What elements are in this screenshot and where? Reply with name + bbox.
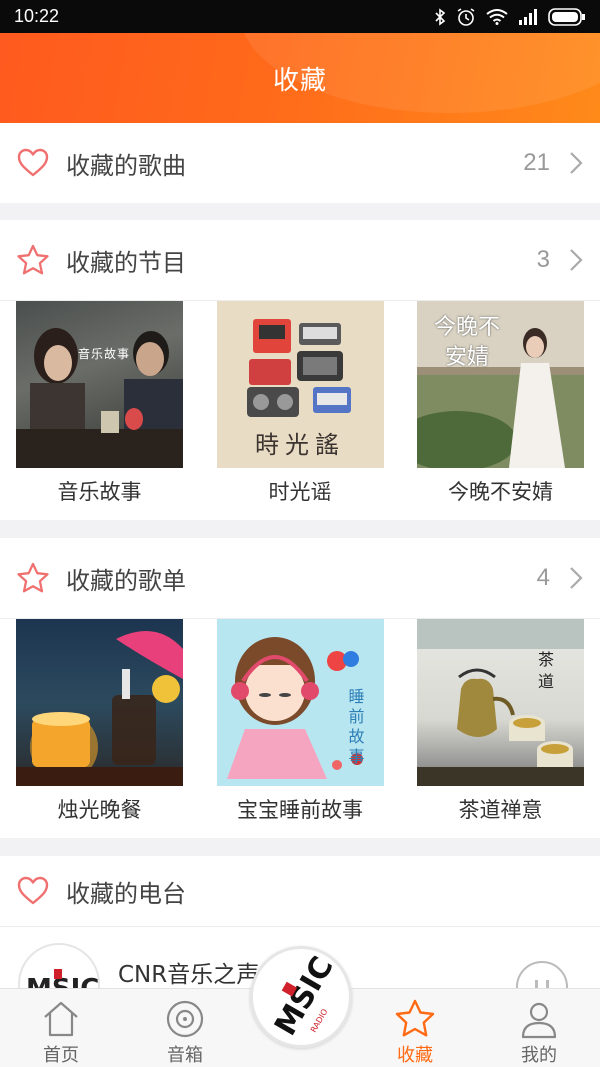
favorite-songs-row[interactable]: 收藏的歌曲 21 [0, 123, 600, 203]
playlist-cover-text: 茶道 [537, 650, 554, 691]
program-tile[interactable]: 音乐故事 音乐故事 [16, 301, 183, 506]
chevron-right-icon [570, 152, 583, 174]
favorite-playlists-header[interactable]: 收藏的歌单 4 [0, 538, 600, 618]
svg-text:MSIC: MSIC [26, 974, 99, 989]
favorite-songs-count: 21 [523, 149, 550, 176]
status-bar: 10:22 [0, 0, 600, 33]
playlist-cover [16, 619, 183, 786]
favorite-playlists-section: 收藏的歌单 4 烛光晚餐 睡前故事 宝宝睡前故事 茶道 茶道禅意 [0, 538, 600, 838]
nav-mine[interactable]: 我的 [484, 989, 594, 1067]
station-name: CNR音乐之声 [118, 962, 260, 988]
playlist-tile[interactable]: 茶道 茶道禅意 [417, 619, 584, 824]
nav-home[interactable]: 首页 [6, 989, 116, 1067]
nav-mine-label: 我的 [521, 1045, 557, 1066]
program-cover-text: 今晚不安婧 [433, 315, 500, 370]
heart-icon [16, 146, 50, 180]
speaker-icon [166, 1000, 204, 1038]
favorite-songs-label: 收藏的歌曲 [66, 151, 186, 180]
program-cover-text: 時光謠 [255, 431, 345, 459]
program-tile[interactable]: 今晚不安婧 今晚不安婧 [417, 301, 584, 506]
chevron-right-icon [570, 567, 583, 589]
playlist-cover-text: 睡前故事 [348, 687, 365, 766]
program-cover-text: 音乐故事 [78, 347, 131, 361]
favorite-programs-count: 3 [536, 246, 550, 273]
alarm-icon [457, 7, 475, 26]
favorite-playlists-label: 收藏的歌单 [66, 566, 186, 595]
playlist-tile[interactable]: 睡前故事 宝宝睡前故事 [216, 619, 384, 824]
bluetooth-icon [435, 7, 446, 26]
playlist-title: 烛光晚餐 [57, 798, 142, 822]
star-icon [16, 243, 50, 277]
battery-icon [548, 7, 585, 26]
now-playing-disc[interactable]: MSIC RADIO [250, 946, 352, 1048]
playlist-title: 宝宝睡前故事 [237, 798, 363, 822]
nav-favorites-label: 收藏 [397, 1045, 433, 1066]
program-tile[interactable]: 時光謠 时光谣 [216, 301, 384, 506]
program-cover: 音乐故事 [16, 301, 183, 468]
pause-button[interactable] [516, 961, 568, 989]
star-icon [16, 561, 50, 595]
playlist-cover: 睡前故事 [216, 619, 384, 786]
wifi-icon [486, 8, 508, 25]
playlist-tile[interactable]: 烛光晚餐 [16, 619, 183, 824]
star-icon [395, 999, 435, 1037]
svg-text:MSIC: MSIC [268, 951, 341, 1042]
playlist-cover: 茶道 [417, 619, 584, 786]
program-title: 音乐故事 [57, 480, 142, 504]
nav-favorites[interactable]: 收藏 [360, 989, 470, 1067]
home-icon [44, 1001, 78, 1037]
favorite-programs-label: 收藏的节目 [66, 248, 186, 277]
program-cover: 時光謠 [216, 301, 384, 468]
favorite-programs-header[interactable]: 收藏的节目 3 [0, 220, 600, 300]
program-cover: 今晚不安婧 [417, 301, 584, 468]
station-logo: MSIC RADIO [268, 951, 341, 1042]
user-icon [521, 1002, 557, 1039]
nav-home-label: 首页 [43, 1045, 79, 1066]
status-icons [434, 7, 586, 27]
favorite-radio-label: 收藏的电台 [66, 879, 186, 908]
heart-icon [16, 874, 50, 908]
app-header: 收藏 [0, 33, 600, 123]
playlist-title: 茶道禅意 [458, 798, 543, 822]
status-time: 10:22 [14, 6, 60, 26]
favorite-programs-section: 收藏的节目 3 音乐故事 音乐故事 時光謠 时光谣 今晚不安婧 今晚不安婧 [0, 220, 600, 520]
favorite-radio-header[interactable]: 收藏的电台 [0, 856, 600, 926]
nav-speaker[interactable]: 音箱 [130, 989, 240, 1067]
program-title: 今晚不安婧 [448, 480, 553, 504]
chevron-right-icon [570, 249, 583, 271]
station-logo: MSIC [18, 943, 100, 989]
page-title: 收藏 [272, 66, 327, 96]
favorite-playlists-count: 4 [536, 564, 550, 591]
nav-speaker-label: 音箱 [167, 1045, 203, 1066]
program-title: 时光谣 [268, 480, 332, 504]
signal-icon [519, 8, 537, 25]
